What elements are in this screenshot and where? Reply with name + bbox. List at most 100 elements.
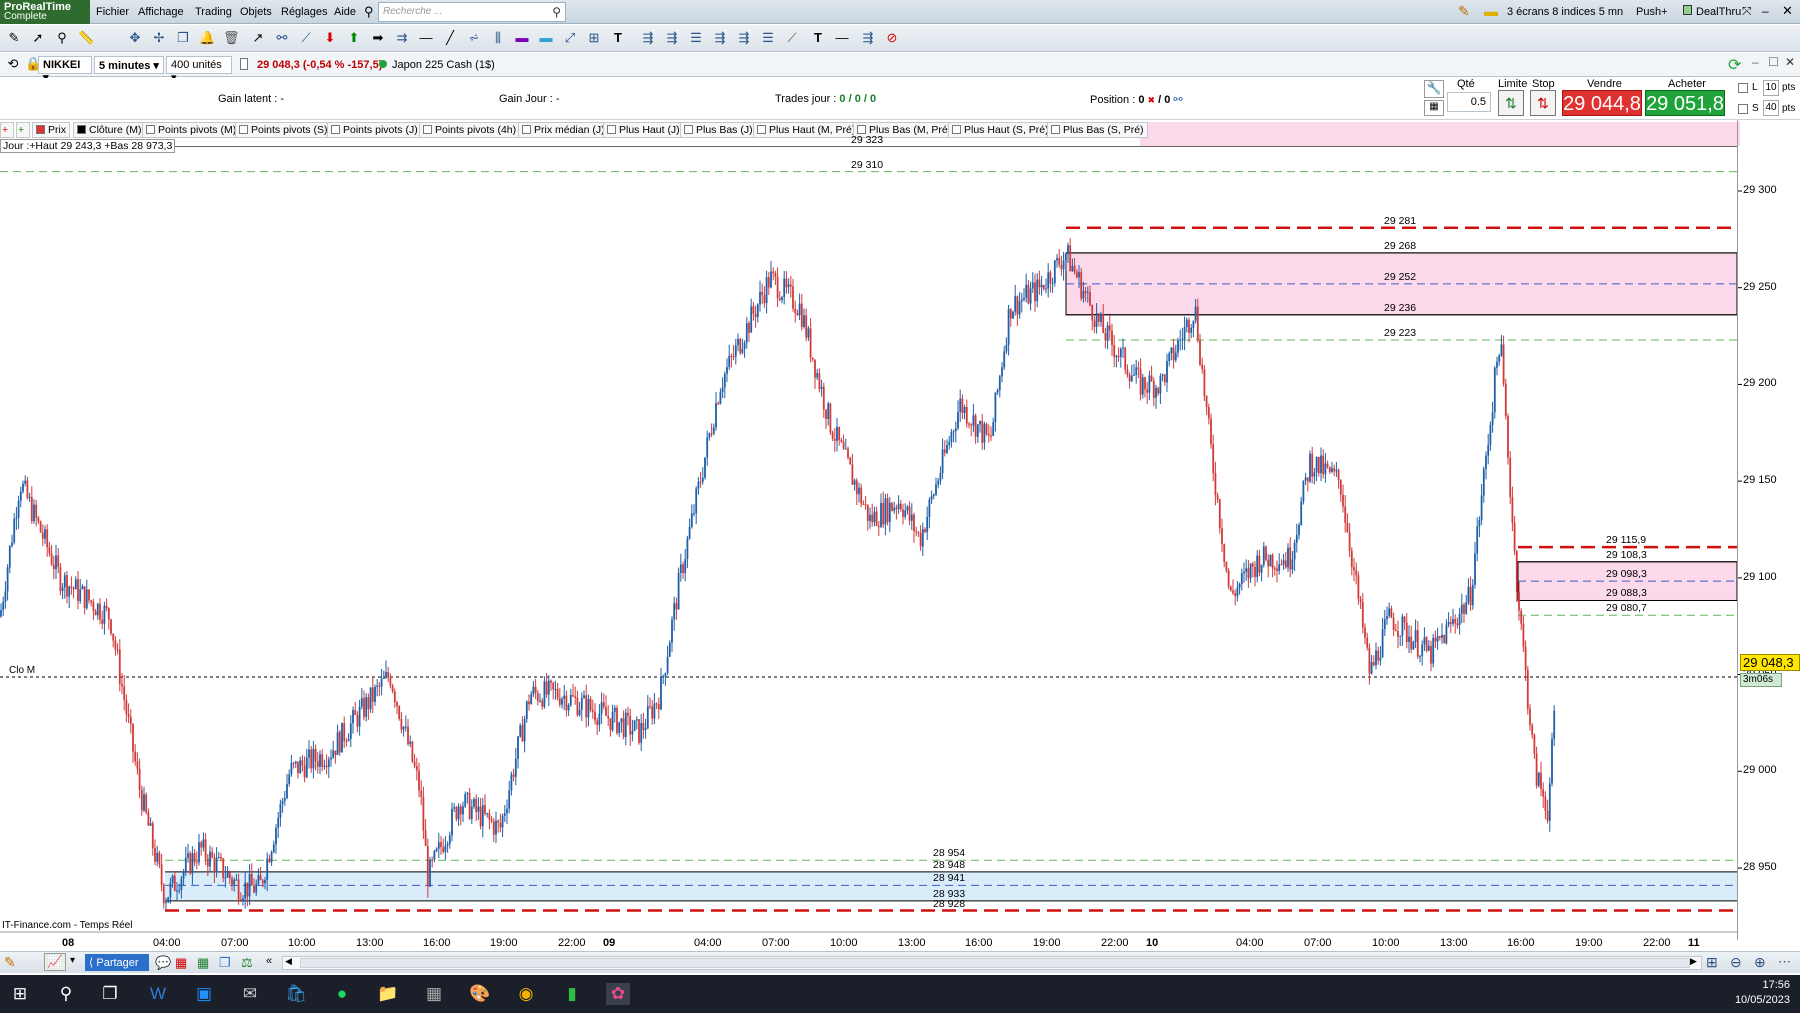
scroll-left-icon[interactable]: ◀ — [285, 956, 292, 967]
candle-body — [411, 741, 414, 762]
paint-icon[interactable]: 🎨 — [468, 983, 492, 1005]
task-view-icon[interactable]: ❐ — [98, 983, 122, 1005]
candle-body — [985, 423, 988, 435]
candle-body — [1326, 463, 1329, 467]
candle-body — [1075, 271, 1078, 278]
candle-body — [1216, 495, 1219, 500]
mail-icon[interactable]: ✉ — [238, 983, 262, 1005]
candle-body — [1317, 456, 1320, 474]
candle-body — [1361, 601, 1364, 628]
add-indicator-icon[interactable]: + — [0, 122, 14, 138]
candle-body — [809, 328, 812, 358]
word-icon[interactable]: W — [146, 983, 170, 1005]
zoom-out-icon[interactable]: ⊖ — [1730, 954, 1742, 971]
candle-body — [893, 507, 896, 511]
candle-body — [891, 502, 893, 511]
ind-plus-haut-m[interactable]: Plus Haut (M, Pré) — [753, 122, 860, 138]
candle-body — [495, 820, 497, 835]
candle-body — [1509, 457, 1512, 498]
candle-body — [1225, 561, 1228, 571]
candle-body — [308, 749, 310, 758]
chart-type-icon[interactable]: 📈 — [44, 953, 66, 971]
candle-body — [1392, 617, 1395, 630]
candle-body — [281, 800, 284, 804]
level-label: 29 080,7 — [1606, 602, 1647, 615]
app-taskbar-icon[interactable]: ✿ — [606, 983, 630, 1005]
candle-body — [1115, 355, 1118, 358]
candle-body — [1157, 387, 1160, 394]
candle-body — [739, 338, 742, 353]
store-icon[interactable]: 🛍 — [284, 983, 308, 1005]
scroll-thumb[interactable] — [300, 958, 1690, 968]
candle-body — [391, 685, 394, 692]
ind-prix[interactable]: Prix — [32, 122, 71, 138]
share-button[interactable]: ⟨ Partager — [85, 954, 149, 971]
windows-icon[interactable]: ❐ — [219, 955, 231, 971]
zoom-fit-icon[interactable]: ⊞ — [1706, 954, 1718, 971]
candle-body — [866, 504, 869, 521]
chrome-icon[interactable]: ◉ — [514, 983, 538, 1005]
candle-body — [748, 322, 750, 333]
candle-body — [176, 890, 178, 892]
ind-plus-haut-j[interactable]: Plus Haut (J) — [603, 122, 684, 138]
candle-body — [433, 850, 436, 860]
candle-body — [160, 864, 163, 885]
price-axis[interactable]: 29 30029 25029 20029 15029 10029 05029 0… — [1737, 120, 1800, 940]
candle-body — [902, 509, 904, 517]
desktop-icon[interactable]: ▣ — [192, 983, 216, 1005]
zoom-in-icon[interactable]: ⊕ — [1754, 954, 1766, 971]
candle-body — [1425, 637, 1428, 651]
time-tick-label: 08 — [62, 937, 75, 949]
draw-menu-icon[interactable]: ✎ — [4, 954, 16, 971]
ind-cloture-m[interactable]: Clôture (M) — [73, 122, 146, 138]
candle-body — [319, 754, 321, 767]
candle-body — [446, 843, 449, 846]
ind-plus-bas-s[interactable]: Plus Bas (S, Pré) — [1047, 122, 1148, 138]
ind-pivots-j[interactable]: Points pivots (J) — [327, 122, 422, 138]
candle-body — [818, 373, 821, 389]
candle-body — [114, 640, 117, 650]
chart-type-dropdown-icon[interactable]: ▾ — [70, 955, 75, 966]
screener-icon[interactable]: ▦ — [175, 955, 187, 971]
scroll-right-icon[interactable]: ▶ — [1690, 956, 1697, 967]
collapse-icon[interactable]: « — [266, 955, 272, 967]
candle-body — [968, 423, 970, 425]
candle-body — [1535, 753, 1538, 786]
candle-body — [341, 722, 343, 753]
spotify-icon[interactable]: ● — [330, 983, 354, 1005]
ind-plus-haut-s[interactable]: Plus Haut (S, Pré) — [948, 122, 1053, 138]
ind-pivots-s[interactable]: Points pivots (S) — [235, 122, 332, 138]
prorealtime-taskbar-icon[interactable]: ▮ — [560, 983, 584, 1005]
candle-body — [765, 277, 768, 304]
ind-prix-median[interactable]: Prix médian (J) — [518, 122, 609, 138]
price-tick-label: 29 200 — [1743, 377, 1777, 390]
candle-body — [534, 686, 537, 693]
more-options-icon[interactable]: ⋯ — [1778, 954, 1791, 970]
ind-pivots-4h[interactable]: Points pivots (4h) — [419, 122, 521, 138]
candle-body — [712, 427, 715, 434]
ind-plus-bas-j[interactable]: Plus Bas (J) — [680, 122, 757, 138]
chat-icon[interactable]: 💬 — [155, 955, 171, 971]
candle-body — [365, 697, 368, 717]
indicator-settings-icon[interactable]: + — [16, 122, 30, 138]
candle-body — [19, 491, 22, 501]
ind-pivots-m[interactable]: Points pivots (M) — [142, 122, 241, 138]
candle-body — [638, 719, 640, 743]
candle-body — [759, 291, 761, 305]
candle-body — [354, 710, 357, 715]
compare-icon[interactable]: ⚖ — [241, 955, 253, 971]
candle-body — [1350, 550, 1353, 568]
candle-body — [167, 897, 170, 903]
candle-body — [352, 710, 354, 724]
explorer-icon[interactable]: 📁 — [376, 983, 400, 1005]
taskbar-search-icon[interactable]: ⚲ — [54, 983, 78, 1005]
table-icon[interactable]: ▦ — [197, 955, 209, 971]
candle-body — [215, 857, 218, 873]
windows-start-icon[interactable]: ⊞ — [8, 983, 32, 1005]
calculator-icon[interactable]: ▦ — [422, 983, 446, 1005]
candle-body — [587, 698, 590, 718]
candle-body — [1001, 367, 1003, 377]
candle-body — [1269, 555, 1272, 567]
candle-body — [523, 719, 526, 742]
price-chart[interactable] — [0, 0, 1800, 1013]
